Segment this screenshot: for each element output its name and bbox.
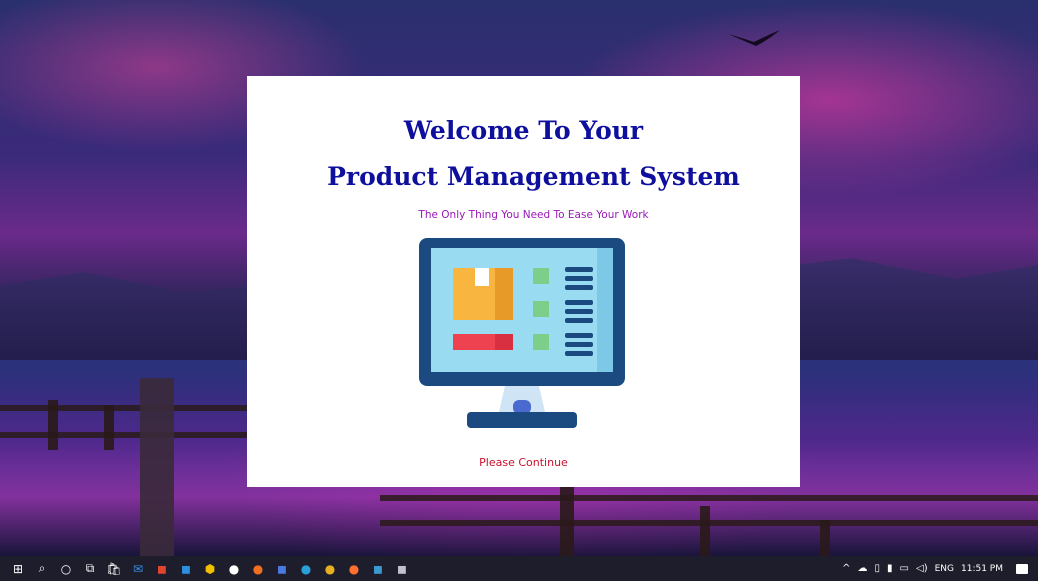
subtitle-text: The Only Thing You Need To Ease Your Wor… [418, 209, 649, 221]
app-gallery-icon[interactable]: ◼ [390, 556, 414, 581]
notification-center-icon[interactable] [1016, 563, 1028, 574]
chrome-icon[interactable]: ● [318, 556, 342, 581]
wallpaper-fence-post [48, 400, 58, 450]
volume-icon[interactable]: ◁) [916, 563, 928, 574]
app-teal-icon[interactable]: ◼ [366, 556, 390, 581]
edge-icon[interactable]: ● [294, 556, 318, 581]
wallpaper-fence-post [560, 486, 574, 556]
show-hidden-icons-chevron-icon[interactable]: ^ [842, 563, 850, 574]
wallpaper-fence-post [104, 405, 114, 450]
welcome-title: Welcome To Your [403, 116, 644, 145]
splash-window: Welcome To Your Product Management Syste… [247, 76, 800, 487]
bird-silhouette-icon [728, 30, 780, 46]
wallpaper-fence-rail [0, 405, 250, 411]
wallpaper-fence-rail [380, 495, 1038, 501]
mail-icon[interactable]: ✉ [126, 556, 150, 581]
wallpaper-fence-rail [0, 432, 250, 438]
windows-start-icon[interactable]: ⊞ [6, 556, 30, 581]
onedrive-cloud-icon[interactable]: ☁ [858, 563, 868, 574]
network-icon[interactable]: ▭ [900, 563, 909, 574]
computer-monitor-icon [419, 238, 625, 428]
app-hexagon-icon[interactable]: ⬢ [198, 556, 222, 581]
taskbar-pinned-apps: ⊞ ⌕ ○ ⧉ 🛍 ✉ ◼ ◼ ⬢ ● ● ◼ ● ● ● ◼ ◼ [0, 556, 414, 581]
app-orange-icon[interactable]: ● [246, 556, 270, 581]
wallpaper-fence-post [700, 506, 710, 556]
app-circle-icon[interactable]: ● [222, 556, 246, 581]
taskbar: ⊞ ⌕ ○ ⧉ 🛍 ✉ ◼ ◼ ⬢ ● ● ◼ ● ● ● ◼ ◼ ^ ☁ ▯ ▮ ▭ ◁) ENG 11:51… [0, 556, 1038, 581]
taskbar-clock[interactable]: 11:51 PM [961, 564, 1003, 574]
store-icon[interactable]: 🛍 [102, 556, 126, 581]
usb-device-icon[interactable]: ▮ [887, 563, 893, 574]
office-icon[interactable]: ◼ [150, 556, 174, 581]
wallpaper-fence-post [820, 520, 830, 556]
please-continue-link[interactable]: Please Continue [247, 456, 800, 469]
task-view-icon[interactable]: ⧉ [78, 556, 102, 581]
cortana-icon[interactable]: ○ [54, 556, 78, 581]
battery-icon[interactable]: ▯ [875, 563, 881, 574]
system-title: Product Management System [327, 162, 740, 191]
firefox-icon[interactable]: ● [342, 556, 366, 581]
app-window-icon[interactable]: ◼ [270, 556, 294, 581]
system-tray: ^ ☁ ▯ ▮ ▭ ◁) ENG 11:51 PM [842, 563, 1038, 574]
vscode-icon[interactable]: ◼ [174, 556, 198, 581]
wallpaper-fence-post [140, 378, 174, 556]
language-indicator[interactable]: ENG [935, 564, 954, 574]
search-icon[interactable]: ⌕ [30, 556, 54, 581]
